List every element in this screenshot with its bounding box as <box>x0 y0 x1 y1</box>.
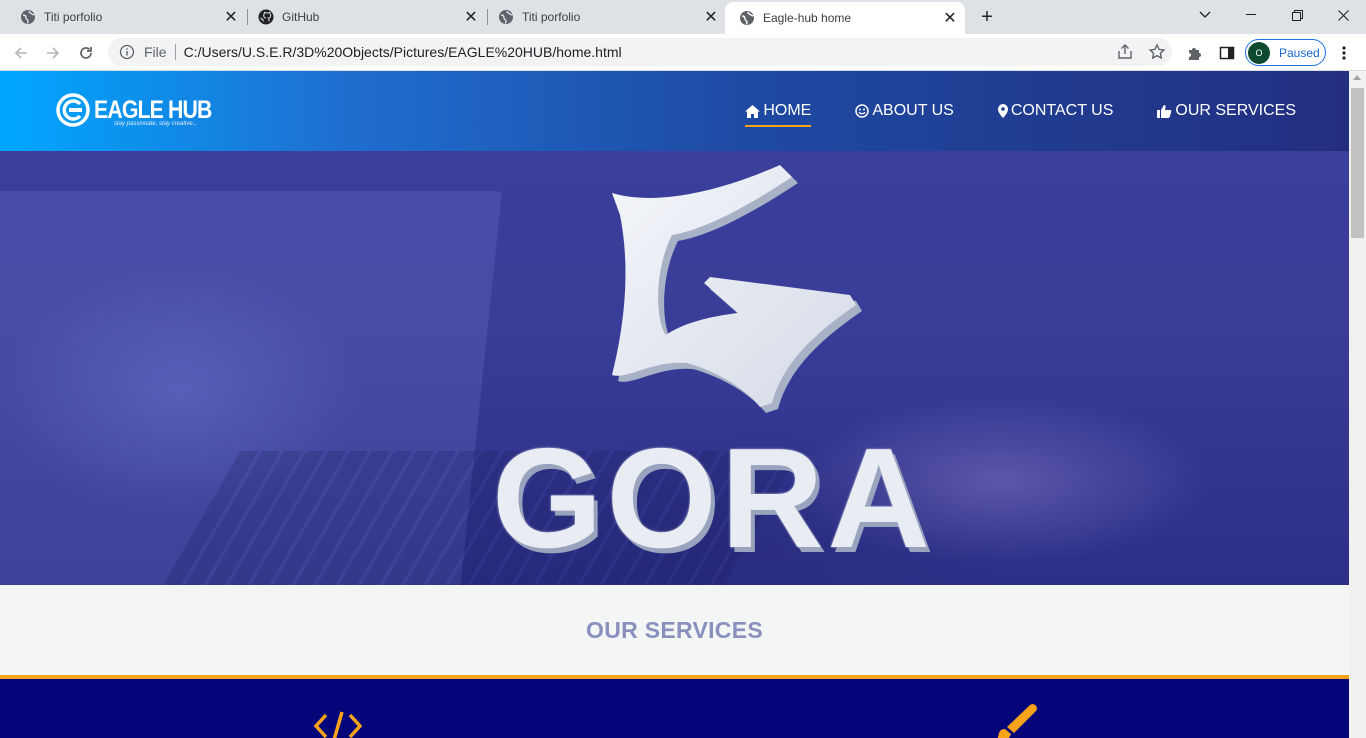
forward-button[interactable] <box>40 40 66 66</box>
minimize-icon <box>1246 14 1256 15</box>
paintbrush-icon <box>984 701 1040 738</box>
tab-titi-porfolio-2[interactable]: Titi porfolio ✕ <box>478 0 726 34</box>
avatar: O <box>1248 41 1270 64</box>
profile-status: Paused <box>1279 45 1320 60</box>
home-icon <box>745 104 761 118</box>
eagle-hub-logo-icon <box>56 93 90 127</box>
profile-button[interactable]: O Paused <box>1245 39 1326 66</box>
side-panel-icon <box>1219 46 1235 60</box>
puzzle-icon <box>1189 48 1201 60</box>
map-pin-icon <box>997 104 1008 118</box>
gora-logo-mark-icon <box>612 165 862 413</box>
reload-button[interactable] <box>73 40 99 66</box>
nav-label: HOME <box>763 102 812 119</box>
site-logo[interactable]: EAGLE HUB stay passionate, stay creative… <box>56 93 232 127</box>
tab-eagle-hub-home[interactable]: Eagle-hub home ✕ <box>725 2 965 34</box>
nav-label: OUR SERVICES <box>1175 102 1296 119</box>
close-tab-icon[interactable]: ✕ <box>941 9 959 27</box>
restore-icon <box>1291 9 1303 21</box>
back-button[interactable] <box>8 40 34 66</box>
url-text[interactable]: C:/Users/U.S.E.R/3D%20Objects/Pictures/E… <box>184 44 622 60</box>
reload-icon <box>80 47 92 59</box>
tab-title: Titi porfolio <box>522 10 581 24</box>
page-viewport: EAGLE HUB stay passionate, stay creative… <box>0 71 1349 738</box>
services-heading: OUR SERVICES <box>586 616 763 643</box>
arrow-right-icon <box>47 47 60 59</box>
globe-icon <box>739 10 755 26</box>
page-scrollbar[interactable] <box>1349 71 1366 738</box>
browser-toolbar: File C:/Users/U.S.E.R/3D%20Objects/Pictu… <box>0 34 1366 71</box>
tab-titi-porfolio-1[interactable]: Titi porfolio ✕ <box>0 0 246 34</box>
tab-search-button[interactable] <box>1182 0 1228 30</box>
thumbs-up-icon <box>1157 104 1172 118</box>
extensions-button[interactable] <box>1182 40 1208 66</box>
nav-label: ABOUT US <box>872 102 954 119</box>
arrow-left-icon <box>14 47 27 59</box>
nav-contact-us[interactable]: CONTACT US <box>997 97 1114 125</box>
close-tab-icon[interactable]: ✕ <box>702 8 720 26</box>
tab-title: Titi porfolio <box>44 10 103 24</box>
divider <box>174 44 176 60</box>
bookmark-star-icon[interactable] <box>1148 43 1166 66</box>
close-icon <box>1337 9 1349 21</box>
tab-title: GitHub <box>282 10 320 24</box>
new-tab-button[interactable]: + <box>975 5 999 29</box>
info-icon[interactable] <box>119 44 135 60</box>
scroll-up-arrow-icon[interactable] <box>1353 75 1361 80</box>
side-panel-button[interactable] <box>1214 40 1240 66</box>
nav-label: CONTACT US <box>1010 102 1114 119</box>
nav-about-us[interactable]: ABOUT US <box>855 97 954 125</box>
close-window-button[interactable] <box>1320 0 1366 30</box>
brand-name: EAGLE HUB <box>94 96 212 124</box>
tab-strip: Titi porfolio ✕ GitHub ✕ Titi porfolio ✕… <box>0 0 1366 34</box>
services-band <box>0 675 1349 738</box>
chevron-down-icon <box>1199 11 1211 18</box>
site-header: EAGLE HUB stay passionate, stay creative… <box>0 71 1349 151</box>
address-bar[interactable]: File C:/Users/U.S.E.R/3D%20Objects/Pictu… <box>108 38 1172 66</box>
browser-menu-button[interactable] <box>1331 40 1357 66</box>
smile-icon <box>855 104 870 118</box>
main-nav: HOME ABOUT US CONTACT US OUR SERVICES <box>745 71 1349 151</box>
nav-our-services[interactable]: OUR SERVICES <box>1157 97 1296 125</box>
hero-banner: GORA <box>0 151 1349 585</box>
tab-title: Eagle-hub home <box>763 11 852 25</box>
url-scheme: File <box>144 44 167 60</box>
github-icon <box>258 9 274 25</box>
globe-icon <box>20 9 36 25</box>
code-icon <box>313 711 363 738</box>
more-vertical-icon <box>1342 46 1346 60</box>
minimize-button[interactable] <box>1228 0 1274 30</box>
brand-tagline: stay passionate, stay creative... <box>114 121 198 127</box>
restore-button[interactable] <box>1274 0 1320 30</box>
share-icon[interactable] <box>1116 43 1134 66</box>
tab-github[interactable]: GitHub ✕ <box>238 0 486 34</box>
hero-logo-text: GORA <box>492 419 934 578</box>
scrollbar-thumb[interactable] <box>1351 88 1364 238</box>
nav-home[interactable]: HOME <box>745 97 812 127</box>
globe-icon <box>498 9 514 25</box>
